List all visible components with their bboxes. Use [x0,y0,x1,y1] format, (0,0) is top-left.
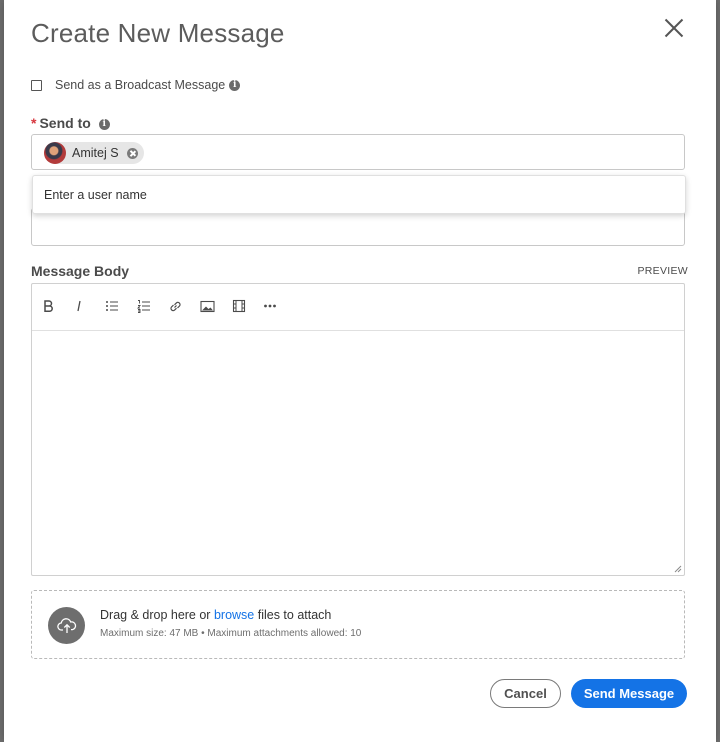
create-message-dialog: Create New Message Send as a Broadcast M… [4,0,716,742]
cancel-button[interactable]: Cancel [490,679,561,708]
dialog-title: Create New Message [31,18,285,48]
required-marker: * [31,115,37,131]
send-to-text: Send to [39,115,91,131]
recipient-chip: Amitej S [44,142,144,164]
remove-recipient-icon[interactable] [126,147,138,159]
preview-button[interactable]: PREVIEW [637,265,688,277]
editor-toolbar [32,284,684,331]
avatar [44,142,66,164]
broadcast-checkbox[interactable] [31,79,42,91]
video-icon[interactable] [231,298,247,314]
attachment-limits: Maximum size: 47 MB • Maximum attachment… [100,628,362,639]
image-icon[interactable] [199,298,215,314]
user-suggestion-dropdown: Enter a user name [32,175,686,214]
dropzone-prefix: Drag & drop here or [100,608,214,622]
backdrop-right [716,0,720,742]
dropdown-hint: Enter a user name [44,188,147,202]
resize-handle-icon[interactable] [674,565,682,573]
recipient-name: Amitej S [72,146,119,160]
info-icon[interactable]: i [98,118,110,130]
bold-icon[interactable] [40,298,56,314]
attachment-dropzone[interactable]: Drag & drop here or browse files to atta… [31,590,685,659]
send-message-button[interactable]: Send Message [571,679,687,708]
link-icon[interactable] [167,298,183,314]
upload-icon [48,607,85,644]
send-to-input[interactable]: Amitej S [31,134,685,170]
more-options-icon[interactable] [262,298,278,314]
close-icon[interactable] [662,16,686,40]
dropzone-suffix: files to attach [254,608,332,622]
broadcast-option: Send as a Broadcast Message i [31,77,241,93]
bulleted-list-icon[interactable] [104,298,120,314]
message-body-editor[interactable] [31,283,685,576]
send-to-label: * Send to i [31,115,110,131]
browse-link[interactable]: browse [214,608,254,622]
broadcast-label[interactable]: Send as a Broadcast Message [55,78,225,92]
dropzone-instructions: Drag & drop here or browse files to atta… [100,608,331,622]
message-body-label: Message Body [31,263,130,279]
italic-icon[interactable] [71,298,87,314]
info-icon[interactable]: i [229,79,241,91]
numbered-list-icon[interactable] [136,298,152,314]
